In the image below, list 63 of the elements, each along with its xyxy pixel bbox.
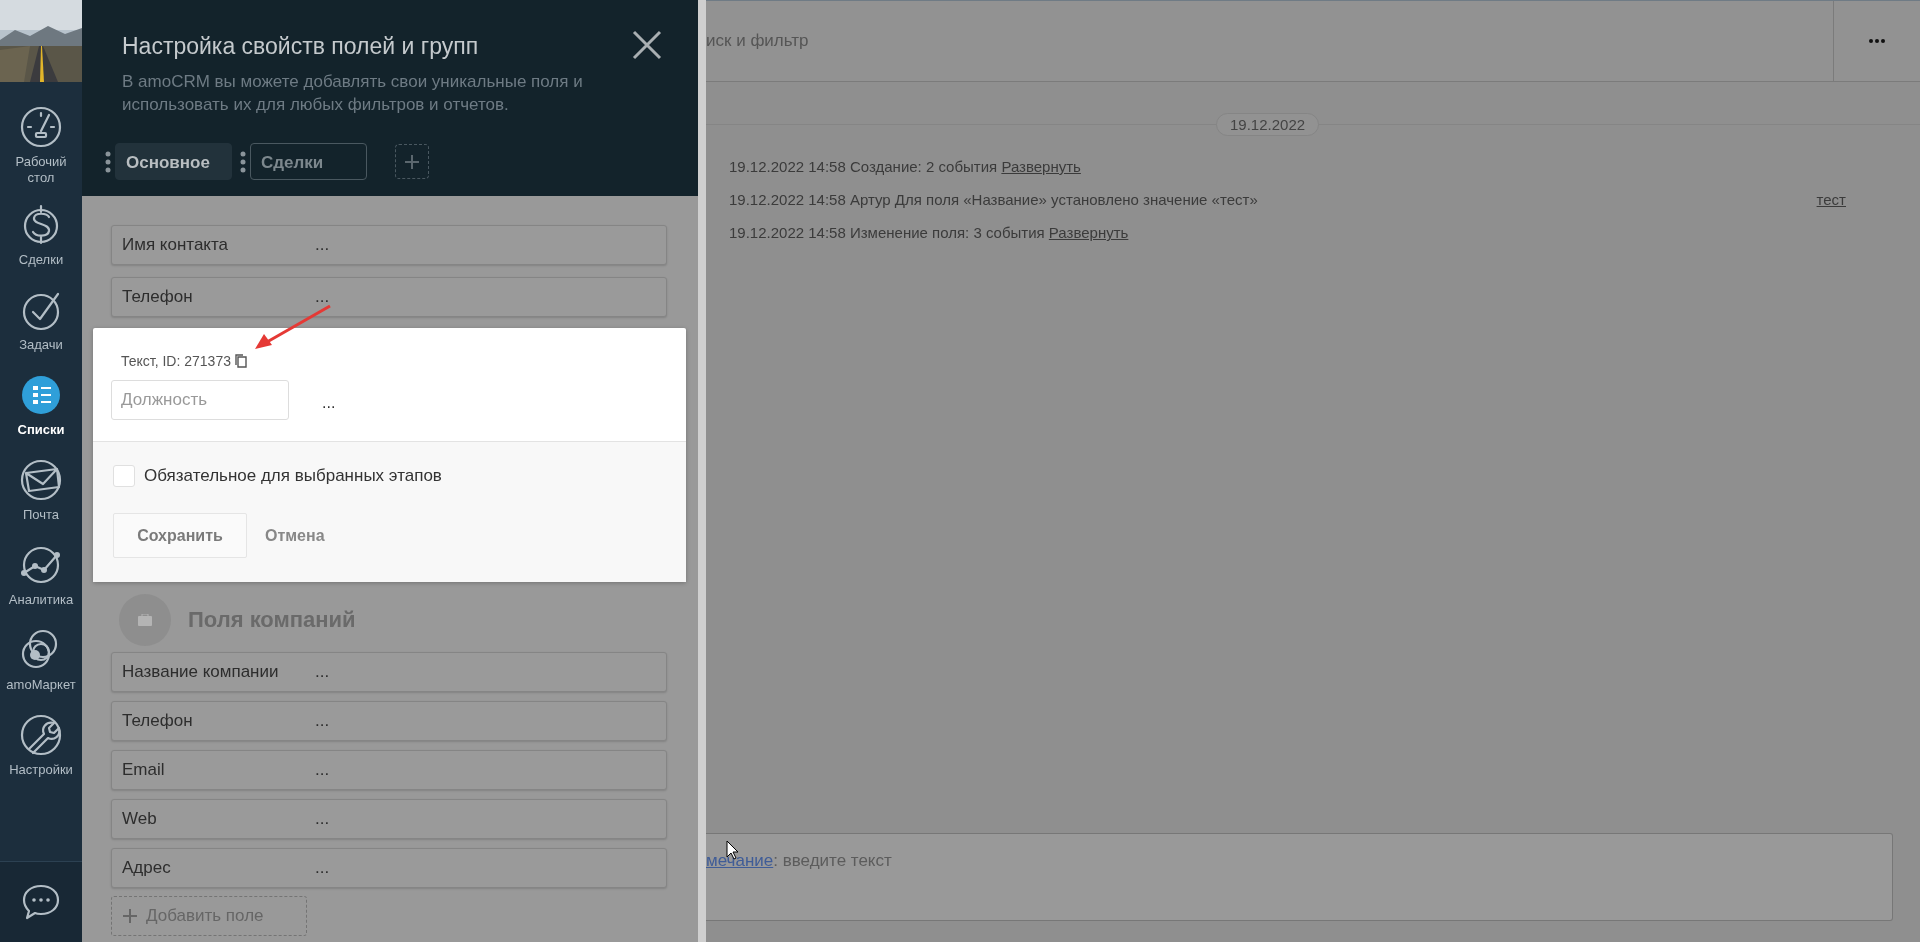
field-menu[interactable]: ... [315, 662, 330, 682]
field-row[interactable]: Адрес ... [111, 848, 667, 888]
event-text: 19.12.2022 14:58 Изменение поля: 3 события Развернуть [729, 224, 1129, 241]
sidebar-item[interactable]: amoМаркет [0, 628, 82, 713]
envelope-icon [19, 458, 63, 502]
drag-handle-icon[interactable] [105, 149, 111, 174]
note-hint: : введите текст [773, 851, 892, 870]
field-row[interactable]: Название компании ... [111, 652, 667, 692]
event-text: 19.12.2022 14:58 Создание: 2 события Развернуть [729, 158, 1081, 175]
field-menu[interactable]: ... [315, 287, 330, 307]
checkbox-label: Обязательное для выбранных этапов [144, 466, 442, 486]
sidebar-item[interactable]: Списки [0, 373, 82, 458]
scrollbar[interactable] [698, 0, 706, 942]
field-menu[interactable]: ... [315, 760, 330, 780]
expand-link[interactable]: Развернуть [1048, 224, 1129, 241]
panel-description: В amoCRM вы можете добавлять свои уникальные поля и использовать их для любых фильтров и отчетов. [122, 71, 584, 116]
sidebar-item[interactable]: Настройки [0, 713, 82, 798]
field-label: Телефон [122, 711, 194, 731]
field-menu[interactable]: ... [322, 394, 336, 412]
field-type-label: Текст, ID: 271373 [121, 353, 231, 369]
sidebar-item[interactable]: Задачи [0, 288, 82, 373]
sidebar-item[interactable]: Сделки [0, 203, 82, 288]
field-menu[interactable]: ... [315, 809, 330, 829]
field-label: Email [122, 760, 166, 780]
briefcase-icon [138, 614, 152, 626]
add-tab-button[interactable] [395, 144, 429, 179]
sidebar-item[interactable]: Почта [0, 458, 82, 543]
more-icon [1869, 39, 1885, 43]
field-row[interactable]: Имя контакта ... [111, 225, 667, 265]
field-label: Телефон [122, 287, 194, 307]
value-link[interactable]: тест [1816, 191, 1846, 208]
copy-icon[interactable] [235, 354, 247, 368]
list-icon [19, 373, 63, 417]
field-label: Адрес [122, 858, 172, 878]
save-button[interactable]: Сохранить [113, 513, 247, 558]
field-row[interactable]: Email ... [111, 750, 667, 790]
date-badge: 19.12.2022 [1216, 112, 1320, 136]
field-row[interactable]: Телефон ... [111, 277, 667, 317]
field-menu[interactable]: ... [315, 858, 330, 878]
field-label: Web [122, 809, 158, 829]
event-text: 19.12.2022 14:58 Артур Для поля «Название» установлено значение «тест» [729, 191, 1258, 208]
field-label: Название компании [122, 662, 280, 682]
tab[interactable]: Сделки [250, 143, 367, 180]
panel-title: Настройка свойств полей и групп [122, 32, 479, 61]
field-label: Имя контакта [122, 235, 230, 255]
drag-handle-icon[interactable] [240, 149, 246, 174]
sidebar-item[interactable]: Рабочий стол [0, 105, 82, 203]
plus-icon [404, 153, 420, 170]
gauge-icon [19, 105, 63, 149]
chat-icon[interactable] [21, 882, 61, 922]
expand-link[interactable]: Развернуть [1001, 158, 1081, 175]
sidebar-item[interactable]: Аналитика [0, 543, 82, 628]
close-icon[interactable] [632, 30, 662, 60]
field-name-input[interactable]: Должность [111, 380, 289, 420]
wrench-icon [19, 713, 63, 757]
plus-icon [122, 908, 138, 924]
field-row[interactable]: Телефон ... [111, 701, 667, 741]
field-row[interactable]: Web ... [111, 799, 667, 839]
field-menu[interactable]: ... [315, 711, 330, 731]
checkbox[interactable] [113, 465, 135, 487]
tab[interactable]: Основное [115, 143, 232, 180]
cancel-button[interactable]: Отмена [265, 526, 325, 545]
field-menu[interactable]: ... [315, 235, 330, 255]
